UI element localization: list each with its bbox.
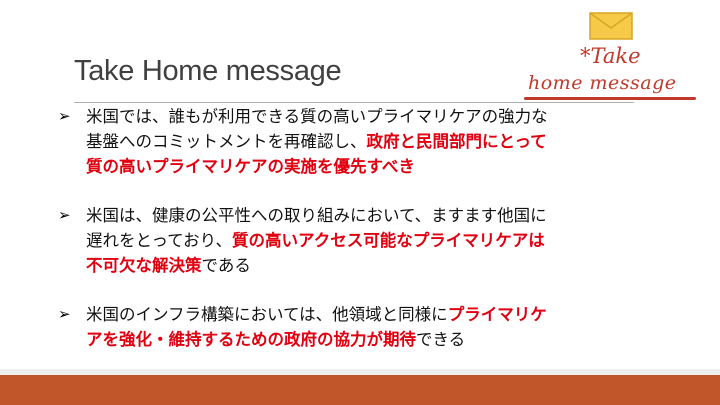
slide: Take Home message *Take home message ➢ 米… [0,0,720,405]
bullet-line: 基盤へのコミットメントを再確認し、政府と民間部門にとって [86,129,680,154]
stamp-line-2: home message [528,72,677,94]
arrow-bullet-icon: ➢ [58,305,71,323]
bullet-line: 米国では、誰もが利用できる質の高いプライマリケアの強力な [86,107,548,126]
bullet-text: である [201,256,251,275]
bullet-line: 米国のインフラ構築においては、他領域と同様にプライマリケ [86,302,680,327]
take-home-stamp: *Take home message [520,38,700,104]
arrow-bullet-icon: ➢ [58,107,71,125]
footer-bar [0,375,720,405]
slide-title: Take Home message [74,55,342,87]
bullet-line: 不可欠な解決策である [86,253,680,278]
bullet-line: 米国は、健康の公平性への取り組みにおいて、ますます他国に [86,206,547,225]
bullet-item: ➢ 米国は、健康の公平性への取り組みにおいて、ますます他国に 遅れをとっており、… [56,203,680,278]
arrow-bullet-icon: ➢ [58,206,71,224]
bullet-list: ➢ 米国では、誰もが利用できる質の高いプライマリケアの強力な 基盤へのコミットメ… [56,104,680,352]
bullet-emphasis: 質の高いアクセス可能なプライマリケアは [232,231,545,250]
bullet-item: ➢ 米国では、誰もが利用できる質の高いプライマリケアの強力な 基盤へのコミットメ… [56,104,680,179]
stamp-underline [524,97,696,100]
bullet-line: 遅れをとっており、質の高いアクセス可能なプライマリケアは [86,228,680,253]
bullet-emphasis: アを強化・維持するための政府の協力が期待 [86,330,416,349]
bullet-line: アを強化・維持するための政府の協力が期待できる [86,327,680,352]
bullet-emphasis: 政府と民間部門にとって [366,132,547,151]
bullet-text: できる [416,330,466,349]
envelope-icon [589,12,633,40]
bullet-text: 米国のインフラ構築においては、他領域と同様に [86,305,448,324]
bullet-text: 基盤へのコミットメントを再確認し、 [86,132,367,151]
bullet-item: ➢ 米国のインフラ構築においては、他領域と同様にプライマリケ アを強化・維持する… [56,302,680,352]
stamp-line-1: *Take [580,44,641,68]
bullet-emphasis: 不可欠な解決策 [86,256,202,275]
bullet-text: 遅れをとっており、 [86,231,233,250]
bullet-emphasis: 質の高いプライマリケアの実施を優先すべき [86,157,415,176]
bullet-emphasis: プライマリケ [447,305,547,324]
